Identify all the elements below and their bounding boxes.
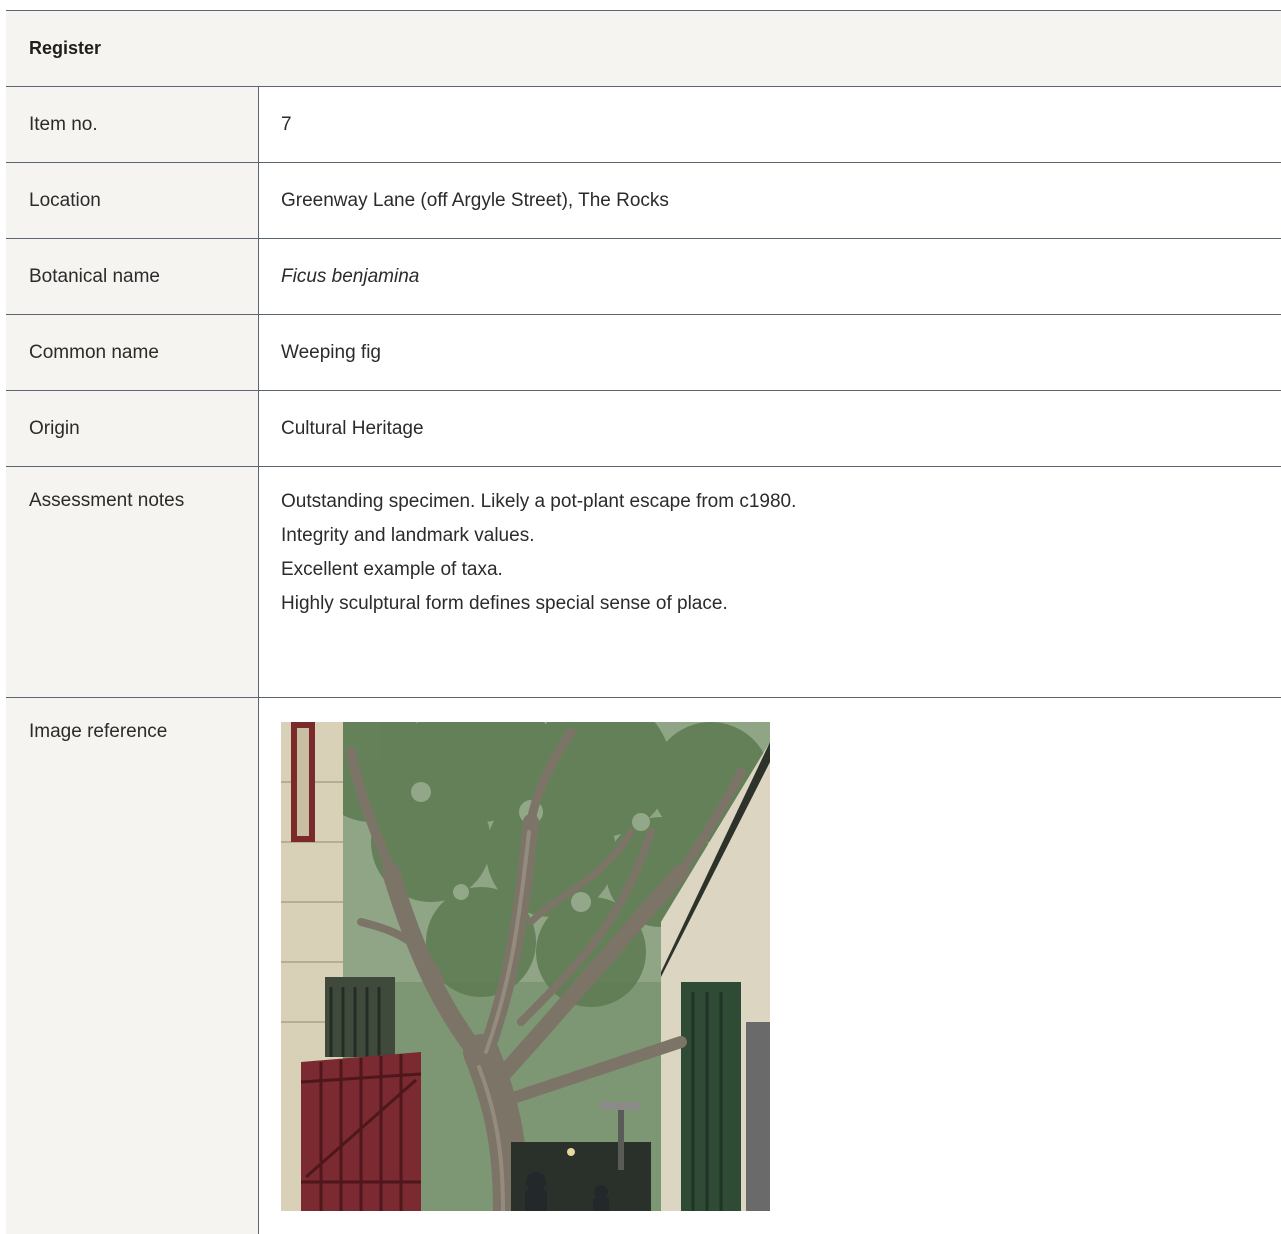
row-assessment-notes: Assessment notes Outstanding specimen. L… [6, 467, 1281, 698]
row-label: Image reference [6, 698, 259, 1234]
image-value [259, 698, 1281, 1234]
row-label: Common name [6, 315, 259, 390]
row-value: Greenway Lane (off Argyle Street), The R… [281, 189, 669, 211]
row-origin: Origin Cultural Heritage [6, 391, 1281, 467]
row-label: Item no. [6, 87, 259, 162]
note-line: Outstanding specimen. Likely a pot-plant… [281, 491, 797, 512]
row-location: Location Greenway Lane (off Argyle Stree… [6, 163, 1281, 239]
fig-tree-photo [281, 722, 770, 1211]
register-header: Register [6, 11, 1281, 87]
row-item-no: Item no. 7 [6, 87, 1281, 163]
note-line: Excellent example of taxa. [281, 559, 503, 580]
register-table: Register Item no. 7 Location Greenway La… [6, 10, 1281, 1234]
note-line: Highly sculptural form defines special s… [281, 593, 728, 614]
row-value: Ficus benjamina [281, 265, 420, 287]
row-label: Origin [6, 391, 259, 466]
row-label: Assessment notes [6, 467, 259, 697]
notes-value: Outstanding specimen. Likely a pot-plant… [259, 467, 1281, 697]
row-label: Location [6, 163, 259, 238]
row-label: Botanical name [6, 239, 259, 314]
row-image-reference: Image reference [6, 698, 1281, 1234]
register-title: Register [29, 38, 102, 58]
row-botanical-name: Botanical name Ficus benjamina [6, 239, 1281, 315]
note-line: Integrity and landmark values. [281, 525, 535, 546]
row-value: 7 [281, 113, 292, 135]
row-common-name: Common name Weeping fig [6, 315, 1281, 391]
row-value: Weeping fig [281, 341, 381, 363]
row-value: Cultural Heritage [281, 417, 424, 439]
